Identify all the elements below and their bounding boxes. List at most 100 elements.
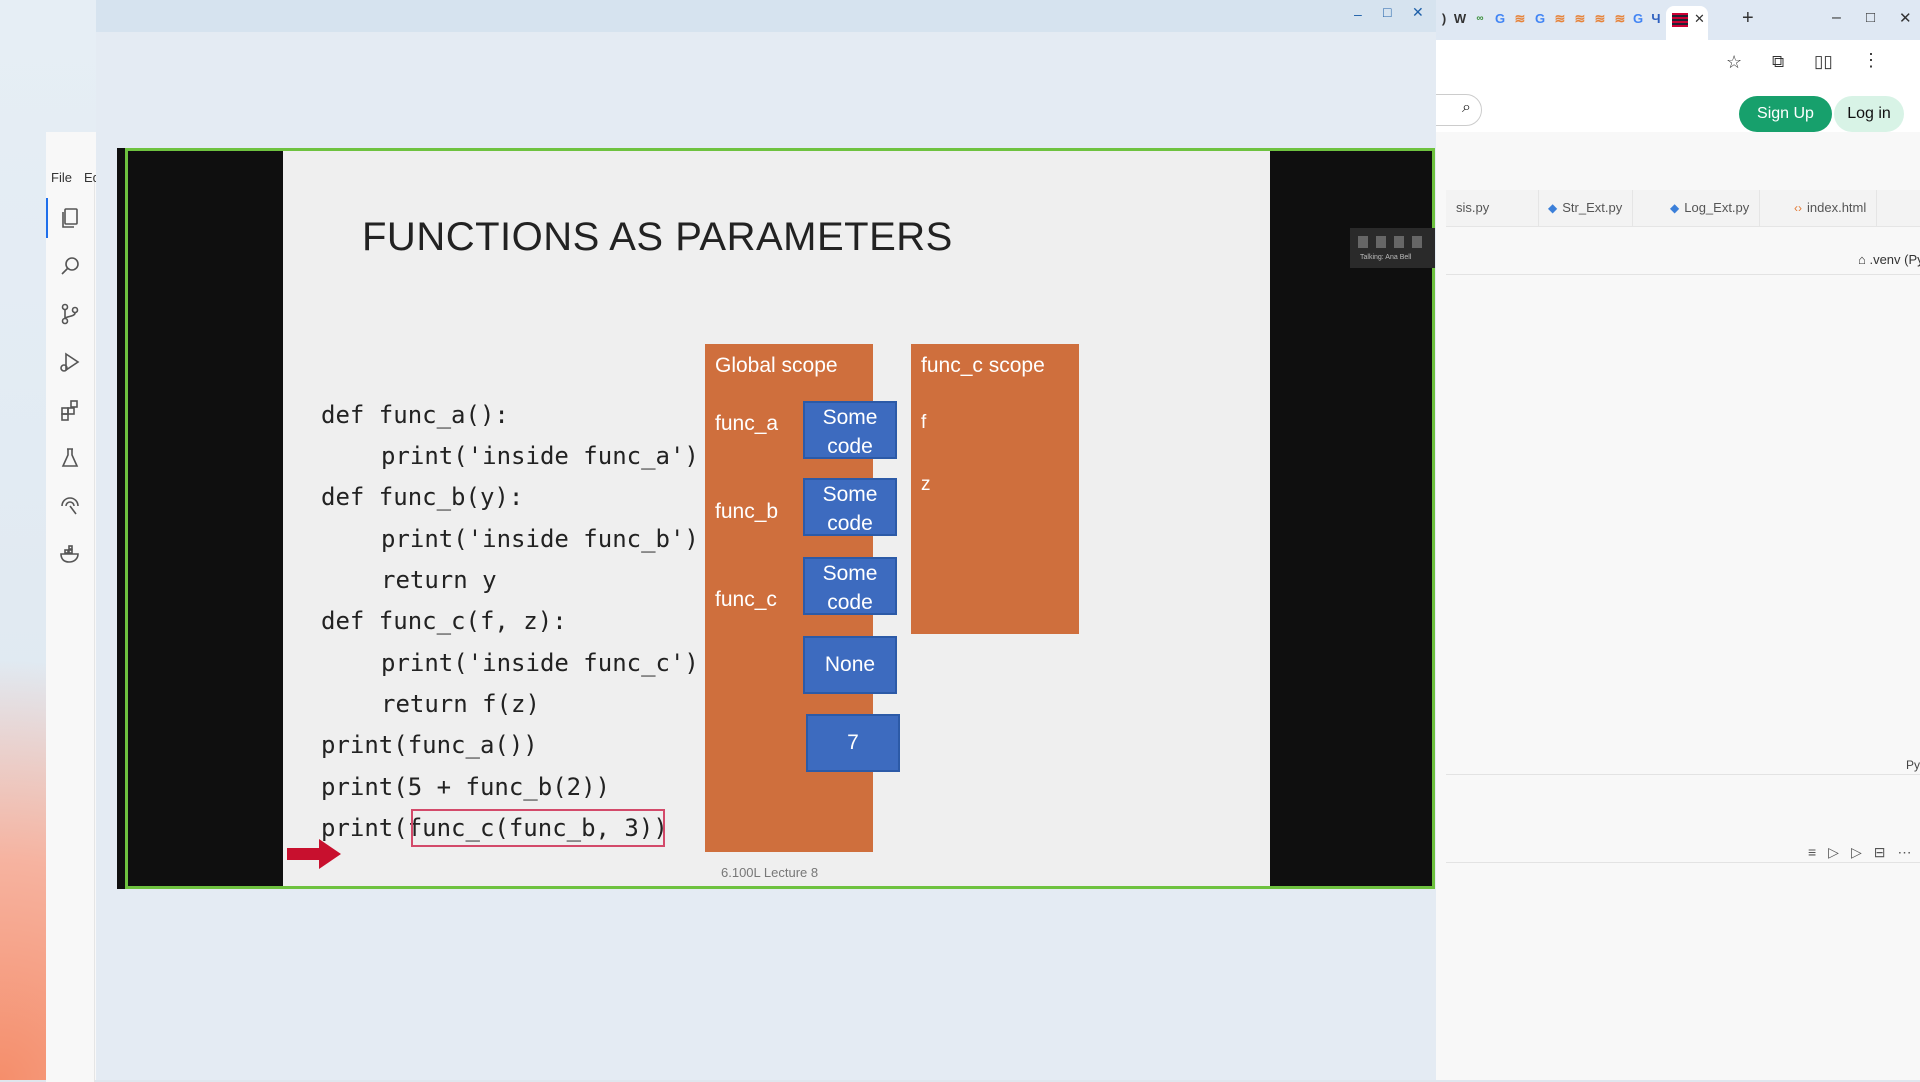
browser-tab-strip: ) W ∞ G ≋ G ≋ ≋ ≋ ≋ G Ч ✕ + – □ ✕ xyxy=(1400,0,1920,40)
reading-list-icon[interactable]: ▯▯ xyxy=(1814,52,1833,72)
split-cell-icon[interactable]: ⊟ xyxy=(1874,844,1886,861)
value-box: Some code xyxy=(803,401,897,459)
minimize-icon[interactable]: – xyxy=(1354,6,1362,22)
tab-label: Str_Ext.py xyxy=(1562,200,1623,215)
kernel-label: .venv (Python 3 xyxy=(1869,252,1920,267)
value-box: Some code xyxy=(803,478,897,536)
cell-toolbar: ≡ ▷ ▷ ⊟ ⋯ 🗑 xyxy=(1808,844,1920,861)
bookmark-star-icon[interactable]: ☆ xyxy=(1726,52,1742,73)
editor-tabs: sis.py ◆ Str_Ext.py ◆ Log_Ext.py ‹› index.h… xyxy=(1446,190,1920,227)
search-icon[interactable] xyxy=(56,252,84,280)
divider xyxy=(1446,862,1920,863)
minimize-icon[interactable]: – xyxy=(1832,9,1841,27)
close-icon[interactable]: ✕ xyxy=(1899,9,1912,27)
run-by-line-icon[interactable]: ≡ xyxy=(1808,844,1816,861)
video-frame[interactable]: FUNCTIONS AS PARAMETERS def func_a(): pr… xyxy=(117,148,1435,889)
maximize-icon[interactable]: □ xyxy=(1866,9,1875,26)
testing-icon[interactable] xyxy=(56,444,84,472)
browser-toolbar: ☆ ⧉ ▯▯ ⋮ xyxy=(1400,40,1920,88)
tab-str-ext-py[interactable]: ◆ Str_Ext.py xyxy=(1538,190,1634,226)
run-debug-icon[interactable] xyxy=(56,348,84,376)
code-line: print(func_a()) xyxy=(321,731,538,759)
code-line: def func_c(f, z): xyxy=(321,607,567,635)
code-line: def func_a(): xyxy=(321,401,509,429)
code-line: print(5 + func_b(2)) xyxy=(321,773,610,801)
tab-favicon-icon[interactable]: Ч xyxy=(1648,11,1664,27)
kernel-icon: ⌂ xyxy=(1858,252,1870,267)
global-scope-frame: Global scope func_a func_b func_c Some co… xyxy=(705,344,900,852)
highlight-box xyxy=(411,809,665,847)
slide-title: FUNCTIONS AS PARAMETERS xyxy=(362,215,953,259)
scope-variable-label: f xyxy=(921,412,927,433)
tab-favicon-icon[interactable]: ≋ xyxy=(1572,11,1588,27)
speaker-thumbnail[interactable]: Talking: Ana Bell xyxy=(1350,228,1435,268)
tab-favicon-icon[interactable]: ≋ xyxy=(1612,11,1628,27)
scope-variable-label: func_a xyxy=(715,412,779,435)
tab-label: sis.py xyxy=(1456,200,1490,215)
close-icon[interactable]: ✕ xyxy=(1412,4,1424,21)
wikipedia-icon[interactable]: W xyxy=(1452,11,1468,27)
scope-variable-label: z xyxy=(921,474,931,495)
tab-favicon-icon[interactable]: ≋ xyxy=(1552,11,1568,27)
tab-label: index.html xyxy=(1807,200,1867,215)
tab-favicon-icon xyxy=(1672,13,1688,27)
google-icon[interactable]: G xyxy=(1532,11,1548,27)
maximize-icon[interactable]: □ xyxy=(1383,4,1391,20)
activity-bar xyxy=(46,182,95,1082)
run-below-icon[interactable]: ▷ xyxy=(1851,844,1862,861)
extensions-icon[interactable]: ⧉ xyxy=(1772,52,1784,72)
docker-icon[interactable] xyxy=(56,540,84,568)
tab-favicon-icon[interactable]: ∞ xyxy=(1472,11,1488,27)
more-icon[interactable]: ⋯ xyxy=(1897,844,1911,861)
menu-kebab-icon[interactable]: ⋮ xyxy=(1862,50,1880,71)
code-line: return f(z) xyxy=(381,690,540,718)
code-line: return y xyxy=(381,566,497,594)
kernel-picker[interactable]: ⌂ .venv (Python 3 xyxy=(1858,252,1920,267)
web-page-header: ⌕ Sign Up Log in xyxy=(1390,88,1920,132)
lecture-slide: FUNCTIONS AS PARAMETERS def func_a(): pr… xyxy=(283,151,1270,886)
close-tab-icon[interactable]: ✕ xyxy=(1694,11,1705,27)
google-icon[interactable]: G xyxy=(1492,11,1508,27)
python-file-icon: ◆ xyxy=(1548,201,1558,215)
code-line: print('inside func_b') xyxy=(381,525,699,553)
tab-favicon-icon[interactable]: ≋ xyxy=(1512,11,1528,27)
divider xyxy=(1446,774,1920,775)
scope-title: Global scope xyxy=(715,354,838,377)
thumbnail-strip xyxy=(1358,236,1426,248)
scope-variable-label: func_b xyxy=(715,500,779,523)
tab-favicon-icon[interactable]: ≋ xyxy=(1592,11,1608,27)
tab-sis-py[interactable]: sis.py xyxy=(1446,190,1539,226)
python-file-icon: ◆ xyxy=(1670,201,1680,215)
language-indicator: Py xyxy=(1906,758,1920,772)
search-icon[interactable]: ⌕ xyxy=(1462,99,1471,117)
log-in-button[interactable]: Log in xyxy=(1834,96,1904,132)
tab-favicon-icon[interactable]: ) xyxy=(1436,11,1452,27)
video-player-window: – □ ✕ FUNCTIONS AS PARAMETERS def func_a… xyxy=(96,0,1436,1080)
code-line: print('inside func_a') xyxy=(381,442,699,470)
window-titlebar: – □ ✕ xyxy=(96,0,1436,32)
value-box: None xyxy=(803,636,897,694)
scope-variable-label: func_c xyxy=(715,588,777,611)
divider xyxy=(1446,274,1920,275)
tab-log-ext-py[interactable]: ◆ Log_Ext.py xyxy=(1660,190,1761,226)
code-line: print('inside func_c') xyxy=(381,649,699,677)
remote-icon[interactable] xyxy=(56,492,84,520)
new-tab-button[interactable]: + xyxy=(1742,7,1754,30)
google-icon[interactable]: G xyxy=(1630,11,1646,27)
active-tab[interactable]: ✕ xyxy=(1666,6,1708,40)
speaker-caption: Talking: Ana Bell xyxy=(1360,254,1412,261)
source-control-icon[interactable] xyxy=(56,300,84,328)
html-file-icon: ‹› xyxy=(1794,201,1802,215)
extensions-icon[interactable] xyxy=(56,396,84,424)
value-box: Some code xyxy=(803,557,897,615)
tab-label: Log_Ext.py xyxy=(1684,200,1750,215)
explorer-icon[interactable] xyxy=(46,198,84,238)
value-box: 7 xyxy=(806,714,900,772)
func-c-scope-frame: func_c scope f z xyxy=(911,344,1079,634)
browser-window: ) W ∞ G ≋ G ≋ ≋ ≋ ≋ G Ч ✕ + – □ ✕ ☆ ⧉ ▯▯… xyxy=(1390,0,1920,132)
sign-up-button[interactable]: Sign Up xyxy=(1739,96,1832,132)
run-above-icon[interactable]: ▷ xyxy=(1828,844,1839,861)
tab-index-html[interactable]: ‹› index.html xyxy=(1784,190,1878,226)
slide-footer: 6.100L Lecture 8 xyxy=(721,865,819,880)
red-arrow-icon xyxy=(287,839,341,869)
